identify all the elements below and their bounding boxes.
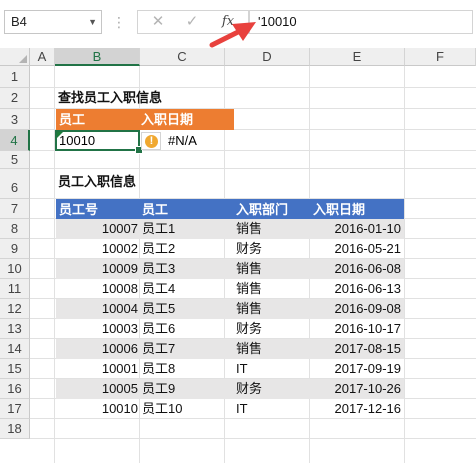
table-cell[interactable]: 员工2: [142, 239, 222, 259]
table-cell[interactable]: 2016-05-21: [310, 239, 402, 259]
row-header-1[interactable]: 1: [0, 66, 30, 88]
table-cell[interactable]: 10004: [56, 299, 138, 319]
table-cell[interactable]: 员工8: [142, 359, 222, 379]
table-cell[interactable]: 10009: [56, 259, 138, 279]
error-warning-button[interactable]: !: [141, 132, 161, 150]
row-header-10[interactable]: 10: [0, 259, 30, 279]
column-header-e[interactable]: E: [310, 48, 405, 66]
select-all-corner[interactable]: [0, 48, 30, 66]
table-cell[interactable]: 2016-06-08: [310, 259, 402, 279]
row-header-13[interactable]: 13: [0, 319, 30, 339]
lookup-header-hire-date: 入职日期: [141, 112, 194, 127]
table-cell[interactable]: 2017-12-16: [310, 399, 402, 419]
row-header-15[interactable]: 15: [0, 359, 30, 379]
row-header-6[interactable]: 6: [0, 169, 30, 199]
table-cell[interactable]: 员工4: [142, 279, 222, 299]
table-cell[interactable]: 2016-10-17: [310, 319, 402, 339]
table-cell[interactable]: 员工6: [142, 319, 222, 339]
table-cell[interactable]: 销售: [236, 339, 306, 359]
table-header-cell: 入职部门: [236, 202, 289, 217]
table-cell[interactable]: 员工9: [142, 379, 222, 399]
table-cell[interactable]: 2017-08-15: [310, 339, 402, 359]
row-header-14[interactable]: 14: [0, 339, 30, 359]
table-cell[interactable]: 财务: [236, 319, 306, 339]
lookup-input-value[interactable]: 10010: [59, 131, 95, 151]
gridline: [404, 66, 405, 463]
row-header-8[interactable]: 8: [0, 219, 30, 239]
table-cell[interactable]: 销售: [236, 279, 306, 299]
table-cell[interactable]: 员工1: [142, 219, 222, 239]
table-cell[interactable]: 10005: [56, 379, 138, 399]
table-cell[interactable]: 2016-01-10: [310, 219, 402, 239]
row-header-2[interactable]: 2: [0, 88, 30, 109]
row-header-5[interactable]: 5: [0, 151, 30, 169]
table-cell[interactable]: 员工3: [142, 259, 222, 279]
row-header-17[interactable]: 17: [0, 399, 30, 419]
column-header-d[interactable]: D: [225, 48, 310, 66]
row-header-12[interactable]: 12: [0, 299, 30, 319]
row-header-16[interactable]: 16: [0, 379, 30, 399]
table-cell[interactable]: 2017-10-26: [310, 379, 402, 399]
gridline: [30, 438, 476, 439]
row-header-3[interactable]: 3: [0, 109, 30, 130]
table-cell[interactable]: 10003: [56, 319, 138, 339]
gridline: [54, 66, 55, 463]
table-cell[interactable]: 10010: [56, 399, 138, 419]
table-cell[interactable]: 2016-09-08: [310, 299, 402, 319]
column-header-f[interactable]: F: [405, 48, 476, 66]
row-header-9[interactable]: 9: [0, 239, 30, 259]
table-header-cell: 入职日期: [313, 202, 366, 217]
table-header-cell: 员工: [142, 202, 169, 217]
table-cell[interactable]: 员工10: [142, 399, 222, 419]
row-header-11[interactable]: 11: [0, 279, 30, 299]
row-header-7[interactable]: 7: [0, 199, 30, 219]
gridline: [30, 168, 476, 169]
table-cell[interactable]: 10006: [56, 339, 138, 359]
table-cell[interactable]: IT: [236, 399, 306, 419]
warning-icon: !: [145, 135, 158, 148]
table-cell[interactable]: 2016-06-13: [310, 279, 402, 299]
table-cell[interactable]: 销售: [236, 219, 306, 239]
table-cell[interactable]: 财务: [236, 239, 306, 259]
column-header-c[interactable]: C: [140, 48, 225, 66]
table-cell[interactable]: IT: [236, 359, 306, 379]
table-title: 员工入职信息: [58, 174, 137, 189]
table-cell[interactable]: 10008: [56, 279, 138, 299]
lookup-title: 查找员工入职信息: [58, 90, 163, 105]
table-cell[interactable]: 10001: [56, 359, 138, 379]
table-cell[interactable]: 销售: [236, 259, 306, 279]
lookup-result: #N/A: [168, 133, 197, 148]
table-cell[interactable]: 10007: [56, 219, 138, 239]
lookup-header-employee: 员工: [59, 112, 86, 127]
table-header-cell: 员工号: [59, 202, 99, 217]
row-header-4[interactable]: 4: [0, 130, 30, 151]
table-cell[interactable]: 销售: [236, 299, 306, 319]
table-cell[interactable]: 财务: [236, 379, 306, 399]
column-header-a[interactable]: A: [30, 48, 55, 66]
table-cell[interactable]: 员工5: [142, 299, 222, 319]
column-header-b[interactable]: B: [55, 48, 140, 66]
row-header-18[interactable]: 18: [0, 419, 30, 439]
table-cell[interactable]: 10002: [56, 239, 138, 259]
table-cell[interactable]: 员工7: [142, 339, 222, 359]
table-cell[interactable]: 2017-09-19: [310, 359, 402, 379]
